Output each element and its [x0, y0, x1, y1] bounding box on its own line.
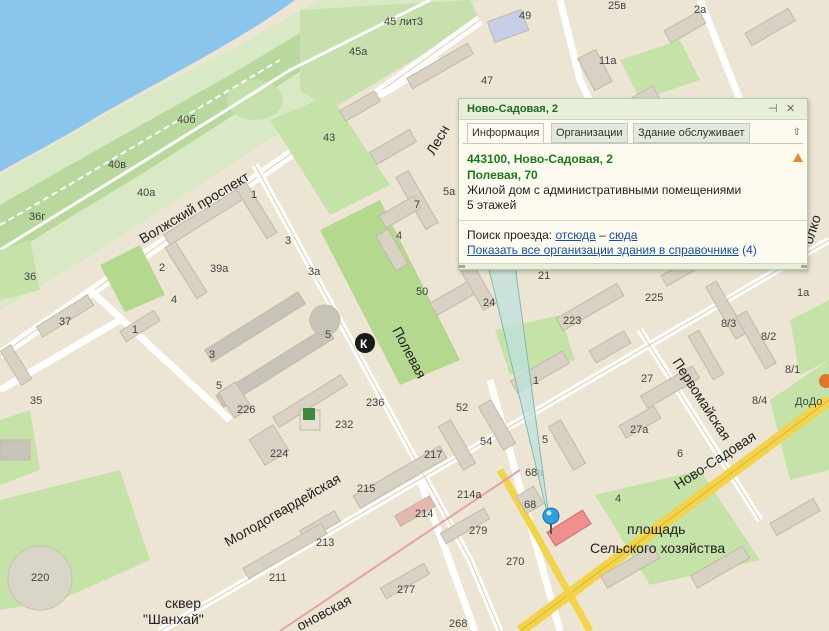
pin-icon[interactable]: ⊣: [768, 102, 778, 115]
house-number: 8/2: [761, 331, 776, 343]
tabs-scroll-icon[interactable]: ⇧: [793, 127, 801, 138]
metro-marker-letter: К: [360, 337, 368, 351]
house-number: 3: [209, 349, 215, 361]
address-line-1: 443100, Ново-Садовая, 2: [467, 152, 613, 166]
house-number: 5а: [443, 186, 456, 198]
house-number: 224: [270, 448, 288, 460]
tab-organizations[interactable]: Организации: [551, 123, 628, 143]
house-number: 49: [519, 10, 531, 22]
skver-label-1: сквер: [165, 595, 201, 611]
orgs-row: Показать все организации здания в справо…: [467, 243, 799, 258]
house-number: 47: [481, 75, 493, 87]
house-number: 11а: [599, 55, 617, 67]
route-search-row: Поиск проезда: отсюда – сюда: [467, 228, 799, 243]
house-number: 37: [59, 316, 71, 328]
house-number: 225: [645, 292, 663, 304]
house-number: 7: [414, 199, 420, 211]
house-number: 1: [251, 189, 257, 201]
house-number: 43: [323, 132, 335, 144]
route-to-link[interactable]: сюда: [609, 228, 637, 242]
house-number: 24: [483, 297, 495, 309]
house-number: 45 лит3: [384, 16, 423, 28]
house-number: 4: [171, 294, 177, 306]
house-number: 36г: [29, 211, 45, 223]
house-number: 27а: [630, 424, 649, 436]
house-number: 5: [542, 434, 548, 446]
house-number: 1: [132, 324, 138, 336]
house-number: 226: [237, 404, 255, 416]
house-number: 2а: [694, 4, 707, 16]
house-number: 2: [159, 262, 165, 274]
house-number: 213: [316, 537, 334, 549]
house-number: 27: [641, 373, 653, 385]
close-icon[interactable]: ✕: [786, 102, 795, 115]
museum-icon[interactable]: [303, 408, 315, 420]
house-number: 6: [677, 448, 683, 460]
house-number: 8/4: [752, 395, 767, 407]
house-number: 214а: [457, 489, 482, 501]
tab-divider: [463, 143, 803, 144]
house-number: 3: [285, 235, 291, 247]
house-number: 232: [335, 419, 353, 431]
map-canvas[interactable]: Волжский проспект Полевая Молодогвардейс…: [0, 0, 829, 631]
skver-label-2: "Шанхай": [143, 611, 204, 627]
square-label-2: Сельского хозяйства: [590, 540, 725, 556]
popup-separator: [459, 220, 807, 221]
popup-header[interactable]: Ново-Садовая, 2 ⊣ ✕: [459, 99, 807, 120]
house-number: 223: [563, 315, 581, 327]
house-number: 214: [415, 508, 433, 520]
dodo-label: ДоДо: [795, 396, 822, 408]
house-number: 40б: [177, 114, 196, 126]
house-number: 39а: [210, 263, 229, 275]
house-number: 25в: [608, 0, 626, 12]
house-number: 268: [449, 618, 467, 630]
route-from-link[interactable]: отсюда: [555, 228, 595, 242]
house-number: 236: [366, 397, 384, 409]
house-number: 4: [615, 493, 621, 505]
house-number: 220: [31, 572, 49, 584]
orgs-count: (4): [742, 243, 757, 257]
house-number: 217: [424, 449, 442, 461]
route-label: Поиск проезда:: [467, 228, 553, 242]
house-number: 40в: [108, 159, 126, 171]
house-number: 1а: [797, 287, 810, 299]
address-line-2: Полевая, 70: [467, 168, 538, 182]
show-orgs-link[interactable]: Показать все организации здания в справо…: [467, 243, 739, 257]
house-number: 215: [357, 483, 375, 495]
house-number: 4: [396, 230, 402, 242]
house-number: 52: [456, 402, 468, 414]
info-popup[interactable]: Ново-Садовая, 2 ⊣ ✕ Информация Организац…: [458, 98, 808, 270]
house-number: 8/1: [785, 364, 800, 376]
house-number: 36: [24, 271, 36, 283]
route-dash: –: [598, 228, 606, 242]
house-number: 54: [480, 436, 492, 448]
tab-building-serves[interactable]: Здание обслуживает: [633, 123, 750, 143]
house-number: 5: [325, 329, 331, 341]
floors-count: 5 этажей: [467, 198, 517, 212]
house-number: 1: [533, 375, 539, 387]
house-number: 68: [524, 499, 536, 511]
popup-resize-bar[interactable]: [459, 263, 807, 269]
house-number: 270: [506, 556, 524, 568]
building-description: Жилой дом с административными помещениям…: [467, 183, 742, 197]
house-number: 8/3: [721, 318, 736, 330]
tab-info[interactable]: Информация: [467, 123, 545, 143]
house-number: 21: [538, 270, 550, 282]
house-number: 277: [397, 584, 415, 596]
house-number: 35: [30, 395, 42, 407]
house-number: 45а: [349, 46, 368, 58]
house-number: 5: [216, 380, 222, 392]
square-label-1: площадь: [627, 521, 685, 537]
house-number: 40а: [137, 187, 156, 199]
house-number: 50: [416, 286, 428, 298]
popup-title: Ново-Садовая, 2: [467, 103, 558, 115]
house-number: 211: [269, 572, 287, 584]
house-number: 3а: [308, 266, 321, 278]
house-number: 279: [469, 525, 487, 537]
